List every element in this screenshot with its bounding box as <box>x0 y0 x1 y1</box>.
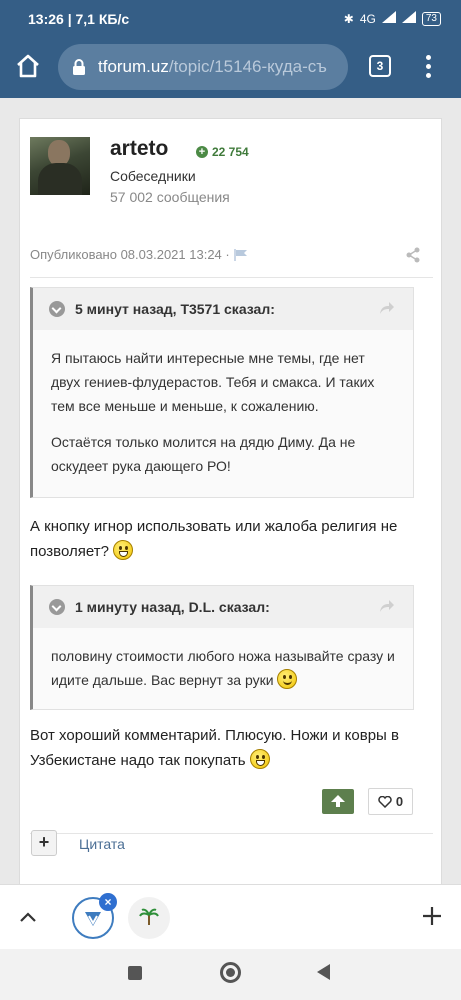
reputation-value: 22 754 <box>212 145 249 159</box>
bluetooth-icon: ✱ <box>343 11 354 26</box>
multiquote-button[interactable]: + <box>31 830 57 856</box>
lock-icon <box>70 58 88 76</box>
network-label: 4G <box>359 11 376 26</box>
overflow-menu-icon[interactable] <box>418 52 438 82</box>
back-icon[interactable] <box>317 964 330 980</box>
home-icon[interactable] <box>14 52 42 80</box>
status-bar: 13:26 | 7,1 КБ/с ✱ 4G 73 <box>0 0 461 36</box>
quote-button[interactable]: Цитата <box>79 836 125 852</box>
go-to-quote-icon[interactable] <box>379 301 395 315</box>
bottom-toolbar: × <box>0 884 461 949</box>
published-date[interactable]: Опубликовано 08.03.2021 13:24 · <box>30 247 230 262</box>
quote-block: 1 минуту назад, D.L. сказал: половину ст… <box>30 585 414 710</box>
like-button[interactable]: 0 <box>368 788 413 815</box>
quote-body: половину стоимости любого ножа называйте… <box>33 628 413 692</box>
plus-circle-icon: + <box>196 146 208 158</box>
signal-icon-2 <box>401 11 416 26</box>
share-icon[interactable] <box>405 247 421 263</box>
chevron-up-icon[interactable] <box>16 907 40 927</box>
author-posts-count: 57 002 сообщения <box>110 189 230 205</box>
browser-toolbar: tforum.uz/topic/15146-куда-съ 3 <box>0 36 461 98</box>
quote-paragraph: Я пытаюсь найти интересные мне темы, где… <box>51 350 375 414</box>
quote-cite: 5 минут назад, T3571 сказал: <box>75 301 275 317</box>
quote-paragraph-text: половину стоимости любого ножа называйте… <box>51 648 395 688</box>
quote-cite: 1 минуту назад, D.L. сказал: <box>75 599 270 615</box>
recent-apps-icon[interactable] <box>128 966 142 980</box>
avatar[interactable] <box>30 137 90 195</box>
divider <box>30 277 433 278</box>
battery-icon: 73 <box>421 11 441 26</box>
status-time-speed: 13:26 | 7,1 КБ/с <box>28 11 130 27</box>
quote-paragraph: Остаётся только молится на дядю Диму. Да… <box>51 434 356 474</box>
address-bar[interactable]: tforum.uz/topic/15146-куда-съ <box>58 44 348 90</box>
url-path: /topic/15146-куда-съ <box>168 57 327 76</box>
tab-thumbnail[interactable] <box>128 897 170 939</box>
quote-header[interactable]: 1 минуту назад, D.L. сказал: <box>33 586 413 628</box>
tab-switcher-button[interactable]: 3 <box>369 55 391 77</box>
quote-block: 5 минут назад, T3571 сказал: Я пытаюсь н… <box>30 287 414 498</box>
reply-paragraph: Вот хороший комментарий. Плюсую. Ножи и … <box>30 727 399 769</box>
close-icon[interactable]: × <box>99 893 117 911</box>
chevron-down-icon[interactable] <box>49 301 65 317</box>
new-tab-icon[interactable] <box>421 905 443 927</box>
signal-icon <box>381 11 396 26</box>
reply-text: А кнопку игнор использовать или жалоба р… <box>30 514 430 564</box>
quote-header[interactable]: 5 минут назад, T3571 сказал: <box>33 288 413 330</box>
smile-emoji-icon <box>277 669 298 689</box>
reputation-badge: + 22 754 <box>196 145 249 159</box>
url-host: tforum.uz <box>98 57 169 76</box>
grinning-emoji-icon <box>249 749 270 769</box>
heart-icon <box>378 795 392 808</box>
divider <box>30 833 433 834</box>
home-nav-icon[interactable] <box>220 962 241 983</box>
system-nav-bar <box>0 949 461 1000</box>
grinning-emoji-icon <box>113 540 134 560</box>
like-count: 0 <box>395 794 404 809</box>
quote-paragraph: половину стоимости любого ножа называйте… <box>51 644 395 692</box>
status-icons: ✱ 4G 73 <box>344 11 441 26</box>
quote-body: Я пытаюсь найти интересные мне темы, где… <box>33 330 413 478</box>
page-content: arteto + 22 754 Собеседники 57 002 сообщ… <box>0 98 461 884</box>
go-to-quote-icon[interactable] <box>379 599 395 613</box>
forum-post: arteto + 22 754 Собеседники 57 002 сообщ… <box>19 118 442 884</box>
upvote-button[interactable] <box>322 789 354 814</box>
reply-paragraph: А кнопку игнор использовать или жалоба р… <box>30 518 398 560</box>
reply-text: Вот хороший комментарий. Плюсую. Ножи и … <box>30 723 430 773</box>
author-name[interactable]: arteto <box>110 137 168 161</box>
chevron-down-icon[interactable] <box>49 599 65 615</box>
author-group: Собеседники <box>110 168 196 184</box>
post-meta: Опубликовано 08.03.2021 13:24 · <box>30 247 248 262</box>
flag-icon[interactable] <box>233 248 248 261</box>
